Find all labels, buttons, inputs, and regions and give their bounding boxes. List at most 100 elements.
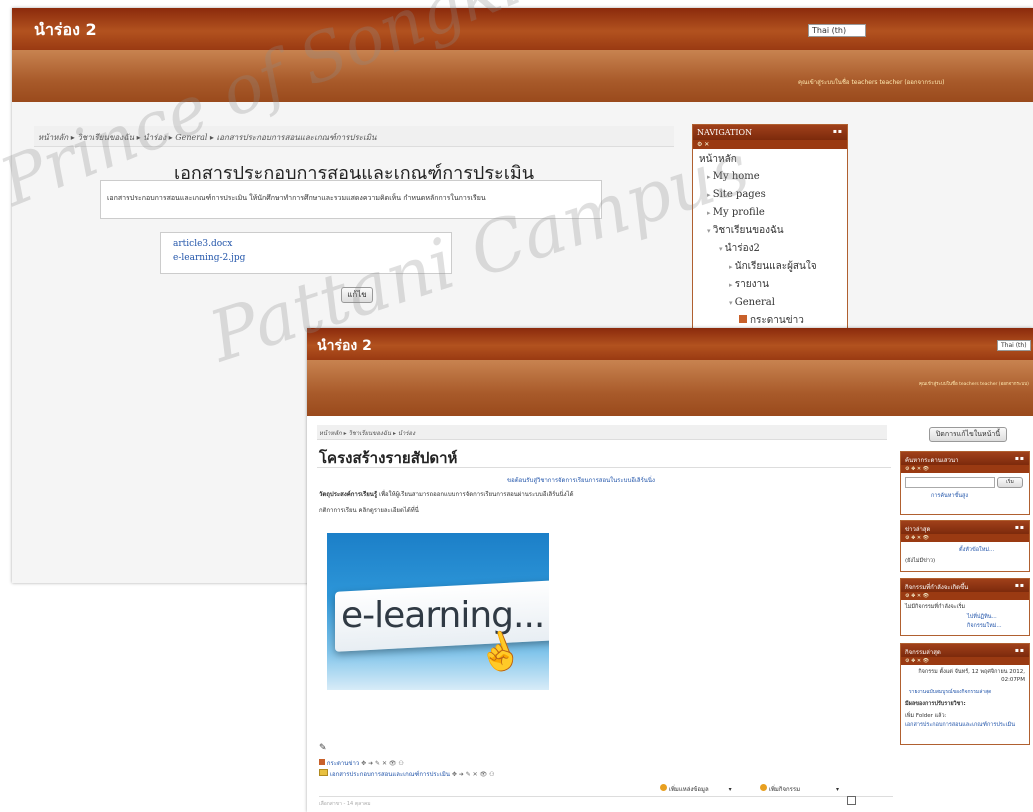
nav-label: My home: [712, 171, 760, 182]
folder-icon: [319, 769, 328, 776]
description-text: เอกสารประกอบการสอนและเกณฑ์การประเมิน ให้…: [107, 194, 486, 202]
edit-button[interactable]: แก้ไข: [341, 287, 373, 303]
nav-label: วิชาเรียนของฉัน: [712, 225, 784, 236]
forum-icon: [739, 315, 747, 323]
activity-edit-icons[interactable]: ✥ ➜ ✎ ✕ 👁 ⚇: [452, 771, 495, 778]
block-title-text: ข่าวล่าสุด: [905, 526, 931, 533]
activity-forum[interactable]: กระดานข่าว ✥ ➜ ✎ ✕ 👁 ⚇: [319, 758, 404, 768]
nav-item-my-home[interactable]: ▸ My home: [699, 168, 841, 186]
nav-label: General: [734, 297, 775, 308]
block-title: ค้นหากระดานเสวนา ▪▪: [901, 452, 1029, 465]
block-title: กิจกรรมล่าสุด ▪▪: [901, 644, 1029, 657]
block-controls-icon[interactable]: ▪▪: [833, 128, 843, 135]
chevron-down-icon: ▾: [728, 786, 732, 793]
advanced-search-link[interactable]: การค้นหาขั้นสูง: [931, 492, 968, 500]
nav-label: My profile: [712, 207, 765, 218]
full-report-link[interactable]: รายงานฉบับสมบูรณ์ของกิจกรรมล่าสุด: [909, 688, 991, 696]
login-info: คุณเข้าสู่ระบบในชื่อ teachers teacher (อ…: [798, 79, 945, 86]
language-select[interactable]: Thai (th): [997, 340, 1031, 351]
added-folder-text: เพิ่ม Folder แล้ว:: [905, 713, 947, 719]
objective: วัตถุประสงค์การเรียนรู้ เพื่อให้ผู้เรียน…: [319, 489, 573, 499]
no-events-text: ไม่มีกิจกรรมที่กำลังจะเริ่ม: [905, 604, 966, 610]
activity-edit-icons[interactable]: ✥ ➜ ✎ ✕ 👁 ⚇: [361, 760, 404, 767]
file-list: article3.docx e-learning-2.jpg: [160, 232, 452, 274]
search-input[interactable]: [905, 477, 995, 488]
breadcrumb[interactable]: หน้าหลัก ▸ วิชาเรียนของฉัน ▸ นำร่อง ▸ Ge…: [38, 131, 377, 144]
navigation-block: NAVIGATION ▪▪ ⚙ ✕ หน้าหลัก ▸ My home ▸ S…: [692, 124, 848, 336]
file-item-article[interactable]: article3.docx: [173, 239, 232, 249]
block-title: กิจกรรมที่กำลังจะเกิดขึ้น ▪▪: [901, 579, 1029, 592]
file-item-image[interactable]: e-learning-2.jpg: [173, 253, 245, 263]
description-box: เอกสารประกอบการสอนและเกณฑ์การประเมิน ให้…: [100, 180, 602, 219]
activity-since: กิจกรรม ตั้งแต่ จันทร์, 12 พฤศจิกายน 201…: [918, 669, 1025, 683]
front-window: นำร่อง 2 Thai (th) คุณเข้าสู่ระบบในชื่อ …: [307, 328, 1033, 812]
language-select[interactable]: Thai (th): [808, 24, 866, 37]
add-activity-select[interactable]: เพิ่มกิจกรรม ▾: [760, 784, 839, 794]
header-band: คุณเข้าสู่ระบบในชื่อ teachers teacher (อ…: [307, 360, 1033, 416]
block-controls-icon[interactable]: ▪▪: [1015, 647, 1025, 654]
block-controls-icon[interactable]: ▪▪: [1015, 455, 1025, 462]
block-edit-icons[interactable]: ⚙ ✥ ✕ 👁: [901, 534, 1029, 542]
add-resource-label: เพิ่มแหล่งข้อมูล: [668, 786, 709, 793]
add-resource-select[interactable]: เพิ่มแหล่งข้อมูล ▾: [660, 784, 732, 794]
site-title[interactable]: นำร่อง 2: [317, 335, 372, 357]
activity-folder[interactable]: เอกสารประกอบการสอนและเกณฑ์การประเมิน ✥ ➜…: [319, 769, 495, 779]
edit-pencil-icon[interactable]: ✎: [319, 743, 327, 753]
breadcrumb-bar: หน้าหลัก ▸ วิชาเรียนของฉัน ▸ นำร่อง ▸ Ge…: [34, 126, 674, 147]
nav-item-forum[interactable]: กระดานข่าว: [699, 312, 841, 329]
latest-news-block: ข่าวล่าสุด ▪▪ ⚙ ✥ ✕ 👁 ตั้งหัวข้อใหม่... (…: [900, 520, 1030, 572]
nav-item-home[interactable]: หน้าหลัก: [699, 151, 841, 168]
login-info: คุณเข้าสู่ระบบในชื่อ teachers teacher (อ…: [919, 382, 1029, 387]
block-edit-icons[interactable]: ⚙ ✥ ✕ 👁: [901, 592, 1029, 600]
rules-link[interactable]: กติกาการเรียน คลิกดูรายละเอียดได้ที่นี่: [319, 505, 419, 515]
block-title-text: กิจกรรมที่กำลังจะเกิดขึ้น: [905, 584, 969, 591]
navigation-title: NAVIGATION ▪▪: [693, 125, 847, 140]
divider: [319, 796, 893, 797]
nav-item-my-courses[interactable]: ▾ วิชาเรียนของฉัน: [699, 222, 841, 240]
site-title[interactable]: นำร่อง 2: [34, 18, 97, 43]
block-controls-icon[interactable]: ▪▪: [1015, 524, 1025, 531]
e-learning-image: e-learning... ☝: [327, 533, 549, 690]
block-edit-icons[interactable]: ⚙ ✥ ✕ 👁: [901, 465, 1029, 473]
block-title-text: กิจกรรมล่าสุด: [905, 649, 941, 656]
nav-item-participants[interactable]: ▸ นักเรียนและผู้สนใจ: [699, 258, 841, 276]
course-changes-label: มีผลของการปรับรายวิชา:: [905, 701, 966, 707]
block-controls-icon[interactable]: ▪▪: [1015, 582, 1025, 589]
site-header: นำร่อง 2 Thai (th): [307, 328, 1033, 360]
search-forums-block: ค้นหากระดานเสวนา ▪▪ ⚙ ✥ ✕ 👁 เริ่ม การค้นห…: [900, 451, 1030, 515]
chevron-down-icon: ▾: [836, 786, 840, 793]
nav-label: นักเรียนและผู้สนใจ: [734, 261, 817, 272]
go-to-calendar-link[interactable]: ไปที่ปฏิทิน...: [967, 613, 997, 621]
added-folder-link[interactable]: เอกสารประกอบการสอนและเกณฑ์การประเมิน: [905, 721, 1023, 729]
nav-item-my-profile[interactable]: ▸ My profile: [699, 204, 841, 222]
block-edit-icons[interactable]: ⚙ ✕: [693, 140, 847, 149]
add-news-link[interactable]: ตั้งหัวข้อใหม่...: [959, 546, 994, 554]
divider: [317, 467, 891, 468]
forum-icon: [319, 759, 325, 765]
nav-item-reports[interactable]: ▸ รายงาน: [699, 276, 841, 294]
no-news-text: (ยังไม่มีข่าว): [905, 558, 936, 564]
help-icon: [660, 784, 667, 791]
objective-text: เพื่อให้ผู้เรียนสามารถออกแบบการจัดการเรี…: [379, 491, 574, 498]
nav-item-site-pages[interactable]: ▸ Site pages: [699, 186, 841, 204]
breadcrumb-bar: หน้าหลัก ▸ วิชาเรียนของฉัน ▸ นำร่อง: [317, 425, 887, 440]
help-icon: [760, 784, 767, 791]
upcoming-events-block: กิจกรรมที่กำลังจะเกิดขึ้น ▪▪ ⚙ ✥ ✕ 👁 ไม่ม…: [900, 578, 1030, 636]
search-go-button[interactable]: เริ่ม: [997, 477, 1023, 488]
nav-label: Site pages: [712, 189, 766, 200]
nav-label: กระดานข่าว: [750, 315, 804, 326]
new-event-link[interactable]: กิจกรรมใหม่...: [967, 622, 1002, 630]
block-edit-icons[interactable]: ⚙ ✥ ✕ 👁: [901, 657, 1029, 665]
nav-item-general[interactable]: ▾ General: [699, 294, 841, 312]
objective-label: วัตถุประสงค์การเรียนรู้: [319, 491, 378, 498]
breadcrumb[interactable]: หน้าหลัก ▸ วิชาเรียนของฉัน ▸ นำร่อง: [319, 428, 415, 438]
section-footer: เลือกสาขา - 14 ตุลาคม: [319, 801, 371, 807]
turn-editing-off-button[interactable]: ปิดการแก้ไขในหน้านี้: [929, 427, 1007, 442]
activity-forum-label[interactable]: กระดานข่าว: [327, 760, 359, 767]
block-title-text: ค้นหากระดานเสวนา: [905, 457, 959, 464]
checkbox[interactable]: [847, 796, 856, 805]
activity-folder-label[interactable]: เอกสารประกอบการสอนและเกณฑ์การประเมิน: [330, 771, 450, 778]
nav-item-course[interactable]: ▾ นำร่อง2: [699, 240, 841, 258]
site-header: นำร่อง 2 Thai (th): [12, 8, 1033, 50]
block-title: ข่าวล่าสุด ▪▪: [901, 521, 1029, 534]
